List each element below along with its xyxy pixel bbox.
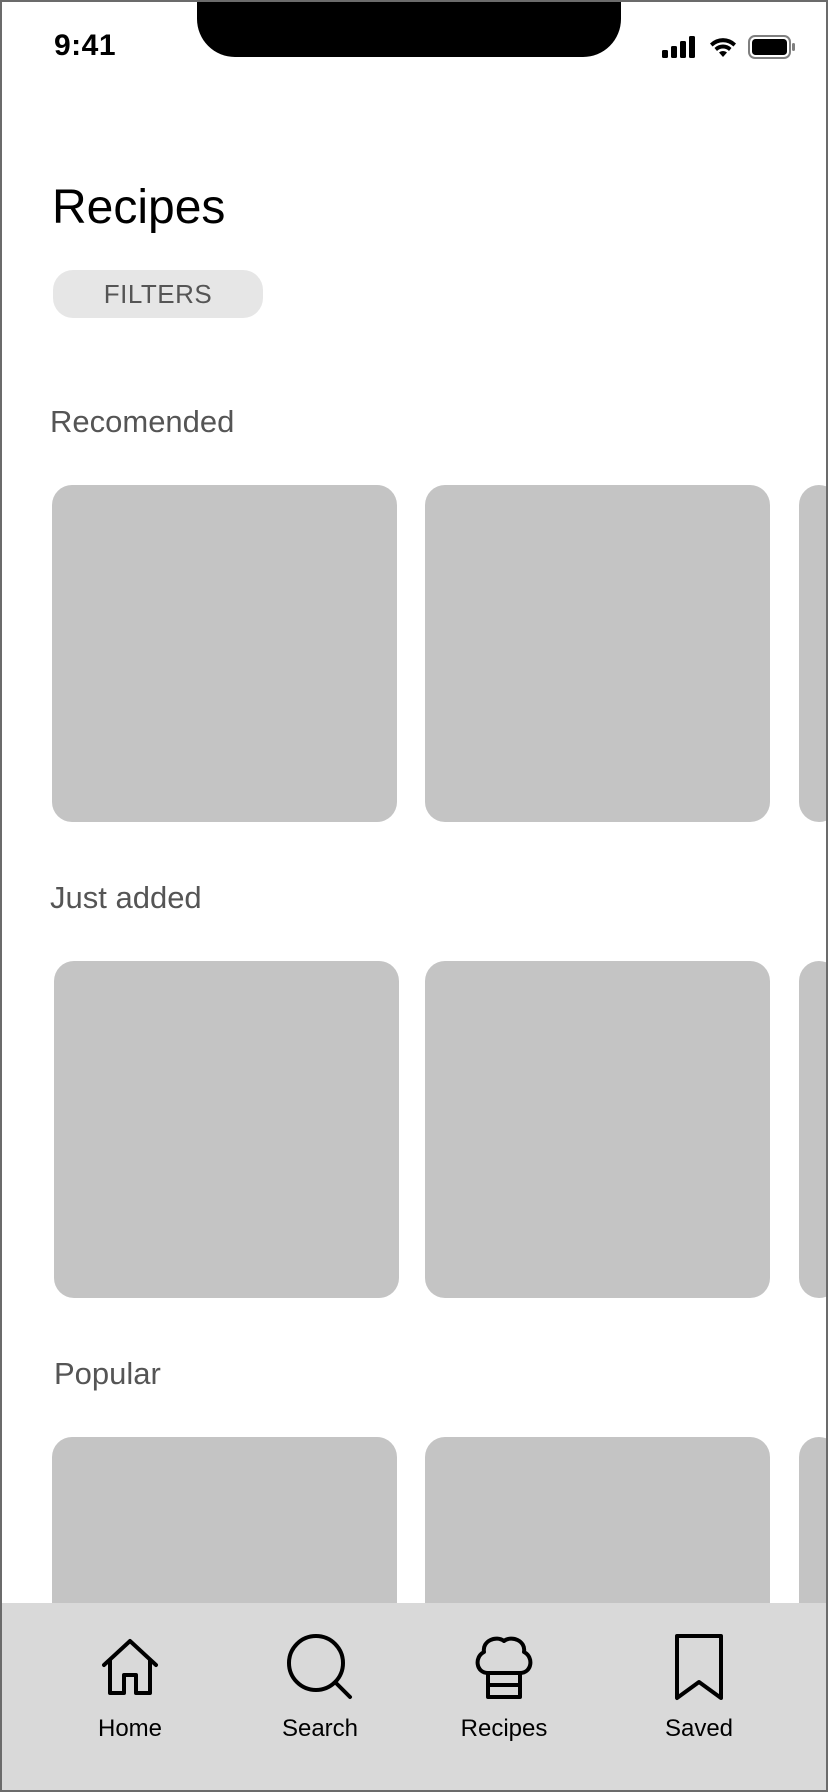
nav-label-home: Home: [97, 1715, 163, 1742]
filters-button-label: FILTERS: [103, 278, 213, 309]
section-title-recommended: Recomended: [50, 404, 235, 439]
battery-icon: [748, 35, 796, 59]
nav-item-home[interactable]: Home: [50, 1603, 210, 1790]
bookmark-icon: [663, 1631, 735, 1703]
page-title: Recipes: [52, 181, 226, 234]
wifi-icon: [708, 36, 738, 58]
bottom-nav: Home Search Recipes Saved: [2, 1603, 826, 1790]
recipe-card[interactable]: [425, 961, 770, 1298]
section-title-popular: Popular: [54, 1356, 161, 1391]
nav-item-search[interactable]: Search: [240, 1603, 400, 1790]
recipe-card[interactable]: [799, 485, 826, 822]
status-icons: [662, 35, 796, 59]
status-time: 9:41: [54, 29, 117, 62]
home-icon: [94, 1631, 166, 1703]
nav-item-recipes[interactable]: Recipes: [424, 1603, 584, 1790]
recipe-card[interactable]: [52, 485, 397, 822]
nav-label-recipes: Recipes: [460, 1715, 548, 1742]
device-notch: [197, 2, 621, 57]
search-icon: [284, 1631, 356, 1703]
recipe-card[interactable]: [799, 961, 826, 1298]
chef-hat-icon: [468, 1631, 540, 1703]
phone-screen: 9:41 Recipes FILTERS Recomended Just add…: [0, 0, 828, 1792]
recipe-card[interactable]: [425, 485, 770, 822]
section-title-just-added: Just added: [50, 880, 202, 915]
recipe-card[interactable]: [54, 961, 399, 1298]
signal-icon: [662, 36, 698, 58]
nav-label-search: Search: [281, 1715, 359, 1742]
nav-item-saved[interactable]: Saved: [619, 1603, 779, 1790]
filters-button[interactable]: FILTERS: [53, 270, 263, 318]
nav-label-saved: Saved: [664, 1715, 734, 1742]
